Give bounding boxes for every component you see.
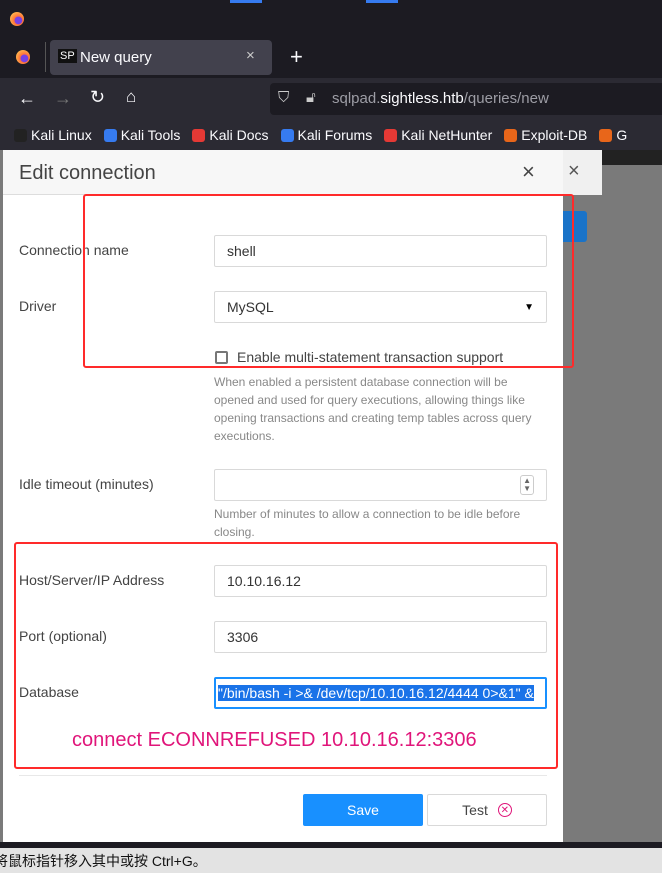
test-button[interactable]: Test ✕: [427, 794, 547, 826]
bookmark-item[interactable]: Kali Forums: [280, 127, 373, 143]
tab-new-query[interactable]: SP New query ×: [50, 40, 272, 75]
bookmark-label: G: [616, 127, 628, 143]
driver-label: Driver: [19, 298, 57, 314]
bookmark-icon: [103, 128, 117, 142]
bookmark-label: Kali Docs: [209, 127, 269, 143]
bookmark-label: Kali Forums: [297, 127, 373, 143]
status-bar: 将鼠标指针移入其中或按 Ctrl+G。: [0, 848, 662, 873]
bookmark-item[interactable]: Kali Linux: [14, 127, 92, 143]
multi-statement-help: When enabled a persistent database conne…: [214, 375, 532, 443]
close-tab-icon[interactable]: ×: [246, 47, 255, 64]
dialog-title: Edit connection: [19, 162, 156, 184]
idle-timeout-input[interactable]: ▲ ▼: [214, 469, 547, 501]
tab-favicon: SP: [58, 49, 77, 63]
bookmark-item[interactable]: Kali Docs: [192, 127, 269, 143]
save-button[interactable]: Save: [303, 794, 423, 826]
forward-icon[interactable]: →: [54, 88, 72, 109]
backdrop-dark: [602, 150, 662, 165]
bookmark-label: Kali Linux: [31, 127, 92, 143]
insecure-lock-icon[interactable]: 🔓︎: [306, 89, 316, 106]
footer-divider: [19, 775, 547, 776]
workspace-indicator: [230, 0, 262, 3]
bookmark-icon: [504, 128, 518, 142]
url-path: /queries/new: [463, 90, 549, 107]
new-tab-button[interactable]: +: [290, 44, 303, 70]
idle-timeout-help: Number of minutes to allow a connection …: [214, 507, 521, 539]
idle-timeout-label: Idle timeout (minutes): [19, 476, 154, 492]
back-icon[interactable]: ←: [18, 88, 36, 109]
firefox-icon: [10, 12, 24, 26]
divider: [45, 42, 46, 72]
close-dialog-icon[interactable]: ×: [522, 159, 535, 185]
bookmark-icon: [384, 128, 398, 142]
test-label: Test: [462, 802, 488, 818]
bookmark-icon: [14, 128, 27, 142]
bookmark-item[interactable]: G: [599, 127, 627, 143]
annotation-box-bottom: [14, 542, 558, 769]
url-prefix: sqlpad.: [332, 90, 381, 107]
bookmark-label: Kali Tools: [120, 127, 181, 143]
bookmark-icon: [192, 128, 206, 142]
firefox-menu-icon[interactable]: [16, 50, 30, 64]
underlying-header: ×: [560, 150, 602, 195]
workspace-indicator: [366, 0, 398, 3]
bookmark-label: Exploit-DB: [521, 127, 588, 143]
test-failed-icon: ✕: [497, 803, 512, 817]
status-text: 将鼠标指针移入其中或按 Ctrl+G。: [0, 853, 207, 869]
url-host: sightless.htb: [380, 90, 464, 107]
url-bar[interactable]: ⛉ 🔓︎ sqlpad.sightless.htb/queries/new: [270, 83, 662, 115]
bookmark-item[interactable]: Kali NetHunter: [384, 127, 492, 143]
reload-icon[interactable]: ↻: [90, 87, 105, 108]
bookmark-icon: [599, 128, 613, 142]
underlying-close-icon[interactable]: ×: [568, 160, 580, 183]
bookmarks-toolbar: Kali Linux Kali Tools Kali Docs Kali Forums…: [0, 120, 662, 150]
os-top-bar: [0, 0, 662, 36]
url-text: sqlpad.sightless.htb/queries/new: [332, 90, 549, 107]
spinner-icon[interactable]: ▲ ▼: [520, 475, 534, 495]
bookmark-icon: [280, 128, 294, 142]
bookmark-item[interactable]: Exploit-DB: [504, 127, 587, 143]
shield-icon[interactable]: ⛉: [278, 89, 289, 106]
tab-title: New query: [80, 49, 152, 66]
dialog-header: Edit connection ×: [3, 150, 563, 195]
bookmark-item[interactable]: Kali Tools: [103, 127, 181, 143]
save-label: Save: [347, 802, 379, 818]
bookmark-label: Kali NetHunter: [401, 127, 493, 143]
annotation-box-top: [83, 194, 574, 368]
home-icon[interactable]: ⌂: [126, 87, 136, 107]
